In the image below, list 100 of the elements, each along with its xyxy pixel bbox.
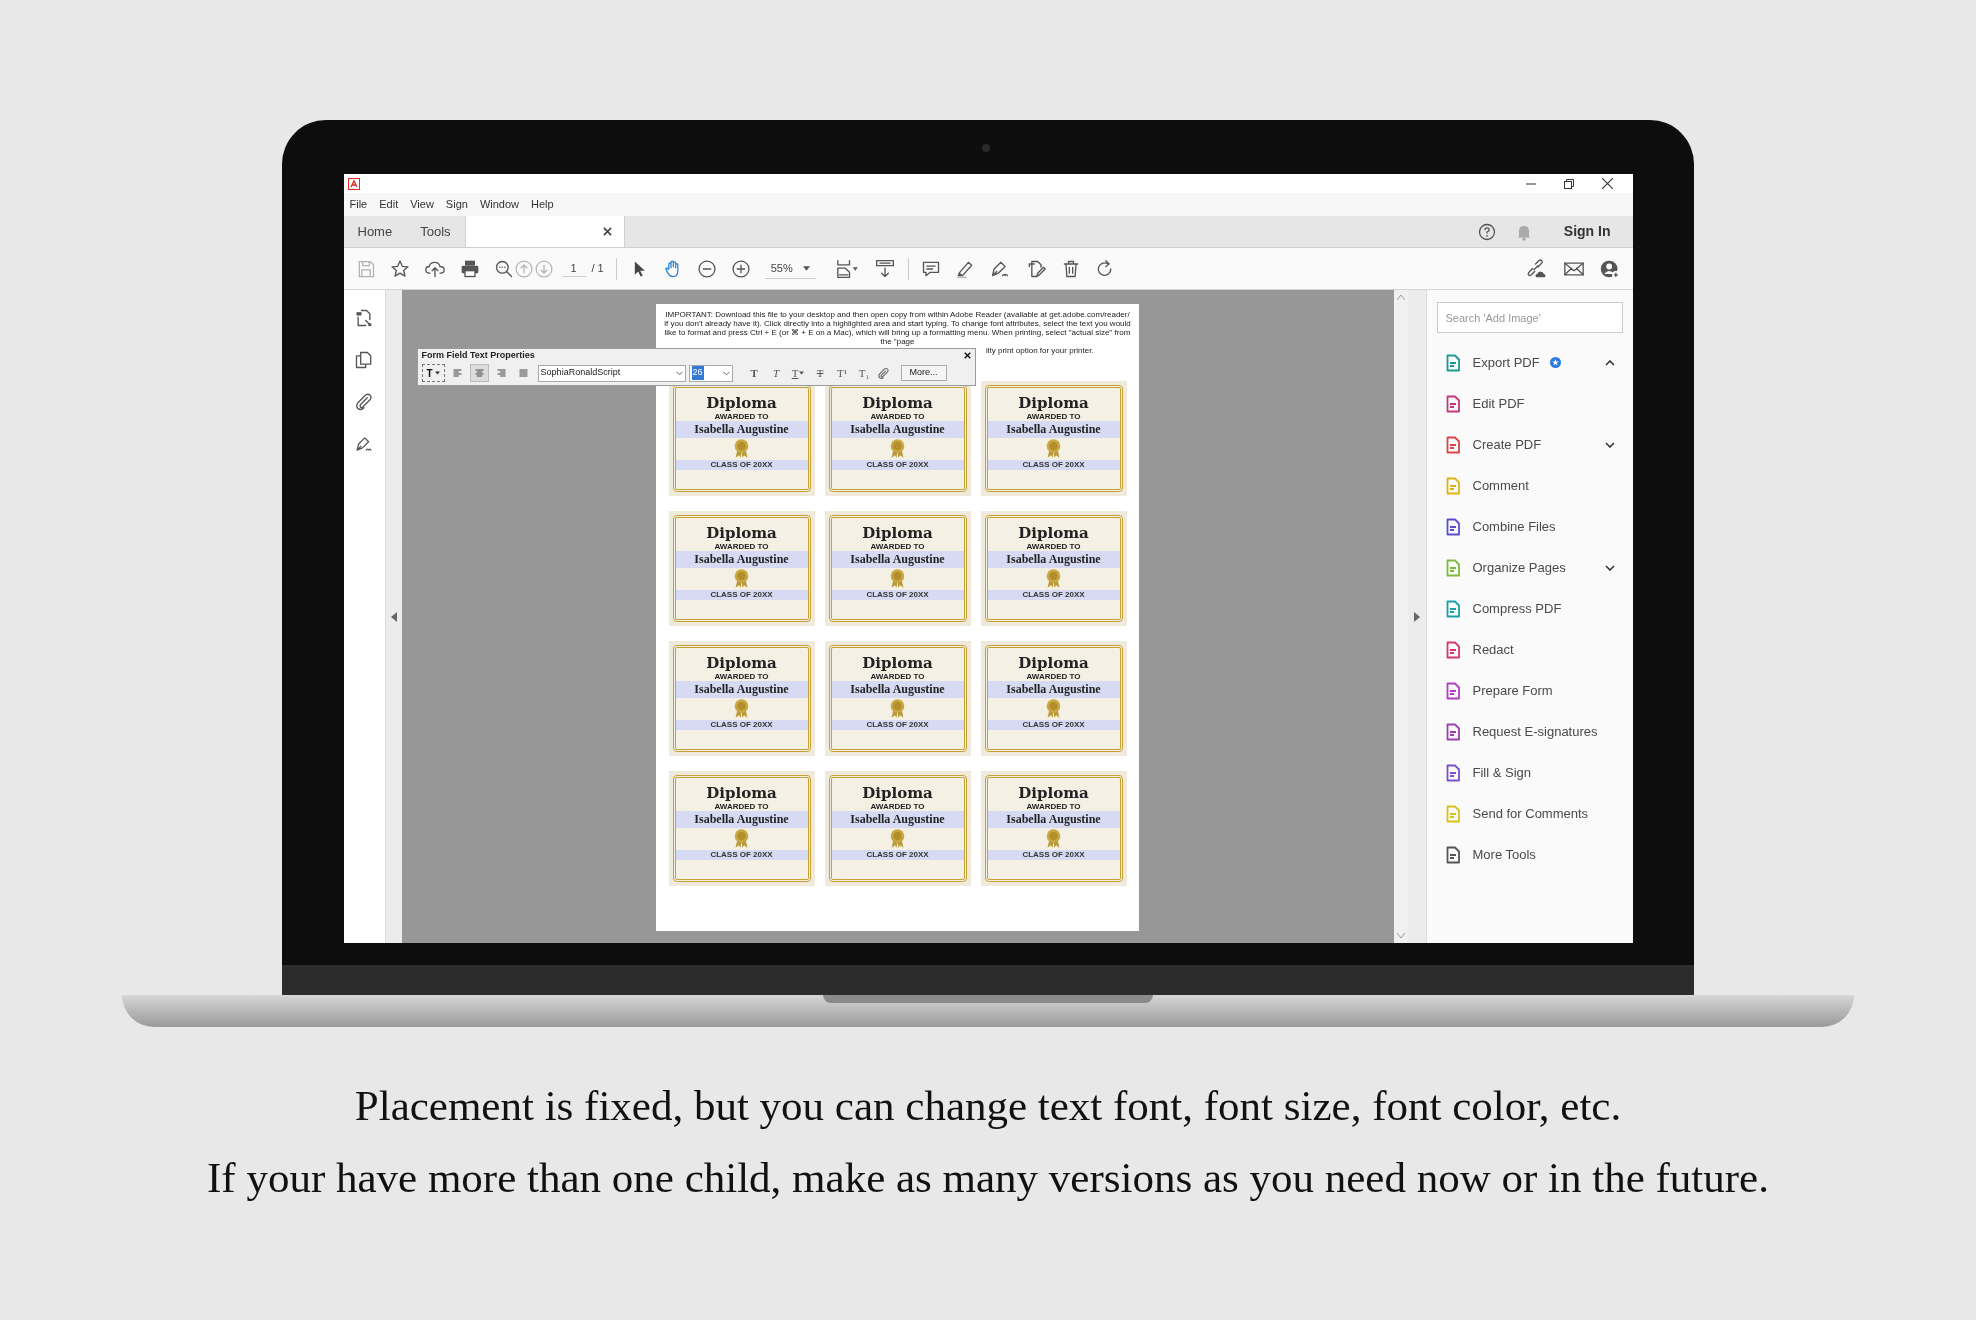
tool-item[interactable]: Combine Files: [1436, 506, 1623, 547]
menu-item[interactable]: View: [410, 196, 434, 213]
seal-icon: [889, 438, 906, 459]
class-field[interactable]: CLASS OF 20XX: [987, 850, 1120, 860]
star-icon[interactable]: [389, 258, 410, 279]
awarded-label: AWARDED TO: [1026, 412, 1081, 421]
tool-item[interactable]: Compress PDF: [1436, 588, 1623, 629]
sign-in-button[interactable]: Sign In: [1563, 221, 1611, 242]
tool-item[interactable]: Prepare Form: [1436, 670, 1623, 711]
diploma-title: Diploma: [862, 785, 933, 802]
bold-button[interactable]: T: [744, 364, 764, 382]
awarded-label: AWARDED TO: [1026, 802, 1081, 811]
underline-button[interactable]: T: [788, 364, 808, 382]
font-dropdown[interactable]: SophiaRonaldScript: [537, 364, 686, 382]
close-icon[interactable]: [1601, 178, 1613, 189]
tool-label: More Tools: [1472, 845, 1536, 864]
collapse-arrow-icon[interactable]: [390, 611, 397, 622]
tool-label: Create PDF: [1472, 435, 1542, 454]
class-field[interactable]: CLASS OF 20XX: [987, 590, 1120, 600]
menu-item[interactable]: Window: [479, 196, 519, 213]
zoom-in-icon[interactable]: [730, 258, 751, 279]
chevron-up-icon[interactable]: [1604, 359, 1615, 366]
name-field[interactable]: Isabella Augustine: [675, 811, 808, 828]
strike-button[interactable]: T: [810, 364, 830, 382]
paperclip-icon[interactable]: [876, 366, 890, 380]
tool-item[interactable]: Create PDF: [1436, 424, 1623, 465]
superscript-button[interactable]: T¹: [832, 364, 852, 382]
page-thumbnails-icon[interactable]: [354, 308, 374, 328]
tool-item[interactable]: Organize Pages: [1436, 547, 1623, 588]
expand-arrow-icon[interactable]: [1413, 611, 1420, 622]
align-center-button[interactable]: [469, 364, 489, 382]
name-field[interactable]: Isabella Augustine: [831, 811, 964, 828]
chevron-down-icon[interactable]: [1604, 564, 1615, 571]
class-field[interactable]: CLASS OF 20XX: [831, 720, 964, 730]
name-field[interactable]: Isabella Augustine: [987, 811, 1120, 828]
tool-label: Fill & Sign: [1472, 763, 1532, 782]
seal-icon: [889, 698, 906, 719]
name-field[interactable]: Isabella Augustine: [987, 551, 1120, 568]
tool-item[interactable]: Comment: [1436, 465, 1623, 506]
caret-icon: [802, 265, 810, 271]
tool-item[interactable]: Request E-signatures: [1436, 711, 1623, 752]
class-field[interactable]: CLASS OF 20XX: [675, 850, 808, 860]
class-field[interactable]: CLASS OF 20XX: [675, 590, 808, 600]
diploma-title: Diploma: [862, 655, 933, 672]
diploma-title: Diploma: [1018, 395, 1089, 412]
close-icon[interactable]: [963, 352, 971, 359]
search-field[interactable]: Search 'Add Image': [1436, 302, 1623, 333]
diploma-title: Diploma: [1018, 525, 1089, 542]
tool-item[interactable]: Edit PDF: [1436, 383, 1623, 424]
zoom-dropdown[interactable]: 55%: [764, 258, 816, 279]
copy-pages-icon[interactable]: [354, 350, 374, 370]
awarded-label: AWARDED TO: [870, 672, 925, 681]
printer-icon[interactable]: [459, 258, 480, 279]
class-field[interactable]: CLASS OF 20XX: [675, 460, 808, 470]
tool-item[interactable]: Export PDF: [1436, 342, 1623, 383]
zoom-value: 55%: [770, 260, 793, 276]
awarded-label: AWARDED TO: [1026, 672, 1081, 681]
zoom-out-icon[interactable]: [696, 258, 717, 279]
chevron-down-icon: [722, 370, 730, 376]
close-tab-icon[interactable]: [602, 227, 612, 236]
seal-icon: [889, 828, 906, 849]
page-number-field[interactable]: 1: [561, 259, 586, 278]
menu-item[interactable]: Sign: [445, 196, 468, 213]
seal-icon: [733, 698, 750, 719]
name-field[interactable]: Isabella Augustine: [831, 681, 964, 698]
add-user-icon[interactable]: [1598, 258, 1621, 279]
text-color-button[interactable]: T: [421, 364, 445, 382]
name-field[interactable]: Isabella Augustine: [675, 421, 808, 438]
restore-icon[interactable]: [1563, 178, 1574, 189]
class-field[interactable]: CLASS OF 20XX: [675, 720, 808, 730]
name-field[interactable]: Isabella Augustine: [831, 551, 964, 568]
tool-item[interactable]: More Tools: [1436, 834, 1623, 875]
paperclip-icon[interactable]: [354, 392, 374, 412]
name-field[interactable]: Isabella Augustine: [987, 421, 1120, 438]
tool-item[interactable]: Send for Comments: [1436, 793, 1623, 834]
tool-item[interactable]: Fill & Sign: [1436, 752, 1623, 793]
diploma-title: Diploma: [706, 655, 777, 672]
more-button[interactable]: More...: [900, 365, 947, 381]
class-field[interactable]: CLASS OF 20XX: [987, 720, 1120, 730]
name-field[interactable]: Isabella Augustine: [987, 681, 1120, 698]
scroll-mode-icon[interactable]: [873, 258, 896, 279]
name-field[interactable]: Isabella Augustine: [675, 551, 808, 568]
awarded-label: AWARDED TO: [870, 412, 925, 421]
subscript-button[interactable]: T₁: [854, 364, 874, 382]
italic-button[interactable]: T: [766, 364, 786, 382]
class-field[interactable]: CLASS OF 20XX: [831, 590, 964, 600]
zoom-search-icon[interactable]: [493, 258, 514, 279]
menu-item[interactable]: Help: [531, 196, 554, 213]
font-size-dropdown[interactable]: 26: [688, 364, 733, 382]
class-field[interactable]: CLASS OF 20XX: [831, 850, 964, 860]
signature-pen-icon[interactable]: [354, 434, 374, 454]
name-field[interactable]: Isabella Augustine: [675, 681, 808, 698]
help-icon[interactable]: [1477, 222, 1496, 241]
tool-item[interactable]: Redact: [1436, 629, 1623, 670]
name-field[interactable]: Isabella Augustine: [831, 421, 964, 438]
menu-item[interactable]: Edit: [379, 196, 399, 213]
menu-item[interactable]: File: [349, 196, 368, 213]
chevron-down-icon[interactable]: [1604, 441, 1615, 448]
class-field[interactable]: CLASS OF 20XX: [987, 460, 1120, 470]
class-field[interactable]: CLASS OF 20XX: [831, 460, 964, 470]
